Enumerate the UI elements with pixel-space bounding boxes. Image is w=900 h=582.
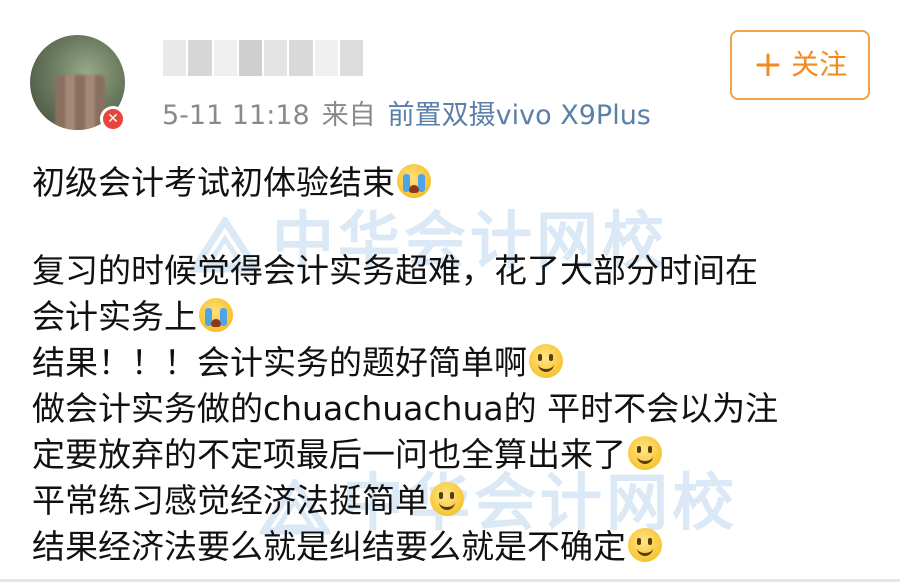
post-line: 定要放弃的不定项最后一问也全算出来了: [32, 432, 882, 478]
post-line: 会计实务上: [32, 294, 882, 340]
post-line: 平常练习感觉经济法挺简单: [32, 478, 882, 524]
source-prefix: 来自: [321, 100, 376, 131]
smile-icon: [628, 436, 662, 470]
post-line: 结果经济法要么就是纠结要么就是不确定: [32, 524, 882, 570]
plus-icon: +: [752, 44, 784, 85]
post-line: 结果！！！会计实务的题好简单啊: [32, 340, 882, 386]
post-timestamp: 5-11 11:18: [162, 100, 310, 131]
post-meta: 5-11 11:18 来自 前置双摄vivo X9Plus: [162, 98, 651, 134]
post-line: 复习的时候觉得会计实务超难，花了大部分时间在: [32, 251, 758, 290]
source-device-link[interactable]: 前置双摄vivo X9Plus: [388, 100, 651, 131]
username-blurred[interactable]: [163, 40, 363, 76]
smile-icon: [628, 528, 662, 562]
smile-icon: [529, 344, 563, 378]
post-blank-line: [32, 206, 882, 248]
follow-label: 关注: [791, 48, 848, 81]
cry-icon: [199, 298, 233, 332]
post-line: 做会计实务做的chuachuachua的 平时不会以为注: [32, 389, 779, 428]
post-body: 初级会计考试初体验结束 复习的时候觉得会计实务超难，花了大部分时间在 会计实务上…: [32, 160, 882, 570]
avatar-face-blur: [55, 75, 105, 130]
post-line: 初级会计考试初体验结束: [32, 160, 882, 206]
cry-icon: [397, 164, 431, 198]
vip-badge-icon: ✕: [100, 106, 126, 132]
follow-button[interactable]: + 关注: [730, 30, 870, 100]
smile-icon: [430, 482, 464, 516]
